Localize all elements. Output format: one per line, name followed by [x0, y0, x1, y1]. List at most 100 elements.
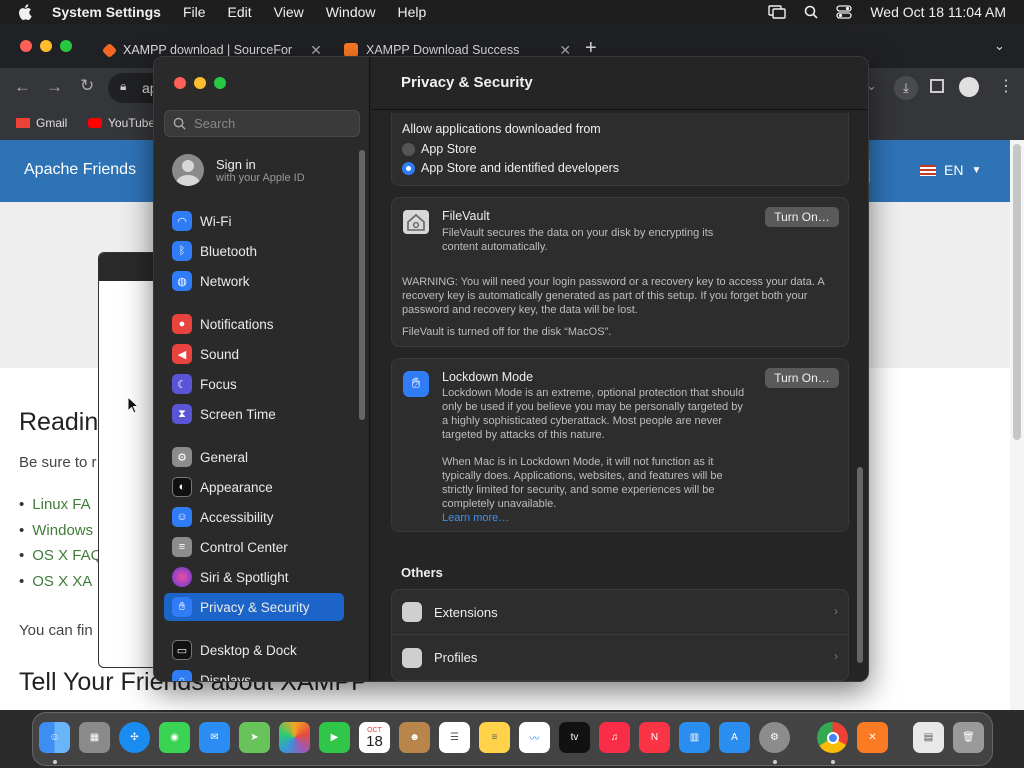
sidebar-item-general[interactable]: ⚙ General [164, 443, 344, 471]
appearance-icon: ◐ [172, 477, 192, 497]
keynote-icon[interactable]: ▥ [679, 722, 710, 753]
menu-view[interactable]: View [274, 4, 304, 20]
downloads-stack-icon[interactable]: ▤ [913, 722, 944, 753]
sidebar-item-screen-time[interactable]: ⧗ Screen Time [164, 400, 344, 428]
page-scrollbar-thumb[interactable] [1013, 144, 1021, 440]
sidebar-item-control-center[interactable]: ≡ Control Center [164, 533, 344, 561]
faq-link[interactable]: OS X FAQ [19, 547, 102, 573]
youtube-icon [88, 118, 102, 128]
messages-icon[interactable]: ◉ [159, 722, 190, 753]
sidebar-item-privacy-security[interactable]: ✋︎ Privacy & Security [164, 593, 344, 621]
sidebar-item-wifi[interactable]: ◠ Wi-Fi [164, 207, 344, 235]
contacts-icon[interactable]: ☻ [399, 722, 430, 753]
profile-avatar-icon[interactable] [959, 77, 979, 97]
settings-minimize-button[interactable] [194, 77, 206, 89]
option-app-store-identified[interactable]: App Store and identified developers [421, 161, 619, 175]
bookmark-gmail[interactable]: Gmail [16, 116, 67, 130]
menu-app-name[interactable]: System Settings [52, 4, 161, 20]
browser-minimize-button[interactable] [40, 40, 52, 52]
find-text: You can fin [19, 622, 93, 639]
tab-overflow-chevron-icon[interactable]: ⌄ [994, 38, 1005, 54]
content-scrollbar[interactable] [857, 467, 863, 663]
settings-search-input[interactable]: Search [164, 110, 360, 137]
menubar-clock[interactable]: Wed Oct 18 11:04 AM [870, 4, 1006, 20]
apple-tv-icon[interactable]: tv [559, 722, 590, 753]
finder-icon[interactable]: ☺ [39, 722, 70, 753]
calendar-icon[interactable]: OCT 18 [359, 722, 390, 753]
profiles-row[interactable]: Profiles › [392, 635, 848, 680]
filevault-house-icon [403, 210, 429, 234]
filevault-turn-on-button[interactable]: Turn On… [765, 207, 839, 227]
trash-icon[interactable]: 🗑︎ [953, 722, 984, 753]
maps-icon[interactable]: ➤ [239, 722, 270, 753]
photos-icon[interactable] [279, 722, 310, 753]
control-center-icon[interactable] [836, 5, 852, 19]
back-arrow-icon[interactable]: ← [14, 77, 31, 97]
mail-icon[interactable]: ✉ [199, 722, 230, 753]
safari-icon[interactable]: ✣ [119, 722, 150, 753]
menu-edit[interactable]: Edit [228, 4, 252, 20]
sidebar-item-network[interactable]: ◍ Network [164, 267, 344, 295]
menu-window[interactable]: Window [326, 4, 376, 20]
forward-arrow-icon[interactable]: → [46, 77, 63, 97]
option-app-store[interactable]: App Store [421, 142, 477, 156]
dock: ☺ ▦ ✣ ◉ ✉ ➤ ▶ OCT 18 ☻ ☰ ≡ 〰 tv ♫ N ▥ A … [32, 712, 993, 766]
sidebar-item-desktop-dock[interactable]: ▭ Desktop & Dock [164, 636, 344, 664]
sidebar-item-notifications[interactable]: ● Notifications [164, 310, 344, 338]
lockdown-turn-on-button[interactable]: Turn On… [765, 368, 839, 388]
bookmark-youtube[interactable]: YouTube [88, 116, 155, 130]
menu-file[interactable]: File [183, 4, 206, 20]
news-icon[interactable]: N [639, 722, 670, 753]
reload-icon[interactable]: ↻ [80, 76, 94, 96]
page-scrollbar[interactable] [1010, 140, 1024, 710]
dock-icon: ▭ [172, 640, 192, 660]
settings-zoom-button[interactable] [214, 77, 226, 89]
side-panel-icon[interactable] [930, 79, 944, 93]
browser-close-button[interactable] [20, 40, 32, 52]
us-flag-icon [920, 164, 936, 176]
xampp-favicon-icon [344, 43, 358, 57]
sidebar-item-focus[interactable]: ☾ Focus [164, 370, 344, 398]
sidebar-item-displays[interactable]: ☼ Displays [164, 666, 344, 681]
settings-close-button[interactable] [174, 77, 186, 89]
faq-link[interactable]: Linux FA [19, 496, 102, 522]
language-selector[interactable]: EN ▼ [920, 162, 981, 178]
chevron-right-icon: › [834, 604, 838, 618]
reminders-icon[interactable]: ☰ [439, 722, 470, 753]
site-brand[interactable]: Apache Friends [24, 161, 136, 179]
faq-link[interactable]: OS X XA [19, 573, 102, 599]
launchpad-icon[interactable]: ▦ [79, 722, 110, 753]
browser-zoom-button[interactable] [60, 40, 72, 52]
sidebar-item-siri-spotlight[interactable]: Siri & Spotlight [164, 563, 344, 591]
address-bar[interactable]: 🔒︎ ap [108, 73, 158, 103]
system-settings-icon[interactable]: ⚙ [759, 722, 790, 753]
sidebar-item-appearance[interactable]: ◐ Appearance [164, 473, 344, 501]
menu-help[interactable]: Help [398, 4, 427, 20]
faq-link[interactable]: Windows [19, 522, 102, 548]
apple-id-signin[interactable]: Sign in with your Apple ID [172, 154, 305, 186]
radio-app-store[interactable] [402, 143, 415, 156]
extensions-row[interactable]: Extensions › [392, 590, 848, 635]
sidebar-item-bluetooth[interactable]: ᛒ Bluetooth [164, 237, 344, 265]
learn-more-link[interactable]: Learn more… [442, 512, 509, 524]
search-icon [173, 117, 186, 130]
music-icon[interactable]: ♫ [599, 722, 630, 753]
sidebar-item-sound[interactable]: ◀ Sound [164, 340, 344, 368]
radio-app-store-identified[interactable] [402, 162, 415, 175]
filevault-status: FileVault is turned off for the disk “Ma… [402, 326, 612, 338]
app-store-icon[interactable]: A [719, 722, 750, 753]
browser-menu-icon[interactable]: ⋮ [998, 76, 1014, 96]
sidebar-item-accessibility[interactable]: ☺ Accessibility [164, 503, 344, 531]
spotlight-search-icon[interactable] [804, 5, 818, 19]
facetime-icon[interactable]: ▶ [319, 722, 350, 753]
notes-icon[interactable]: ≡ [479, 722, 510, 753]
filevault-panel: FileVault FileVault secures the data on … [391, 197, 849, 347]
downloads-icon[interactable]: ⤓ [894, 76, 918, 100]
profiles-icon [402, 648, 422, 668]
freeform-icon[interactable]: 〰 [519, 722, 550, 753]
xampp-installer-icon[interactable]: ✕ [857, 722, 888, 753]
screen-mirroring-icon[interactable] [768, 5, 787, 19]
chrome-icon[interactable] [817, 722, 848, 753]
apple-logo-icon[interactable] [18, 4, 32, 20]
sidebar-scrollbar[interactable] [359, 150, 365, 420]
